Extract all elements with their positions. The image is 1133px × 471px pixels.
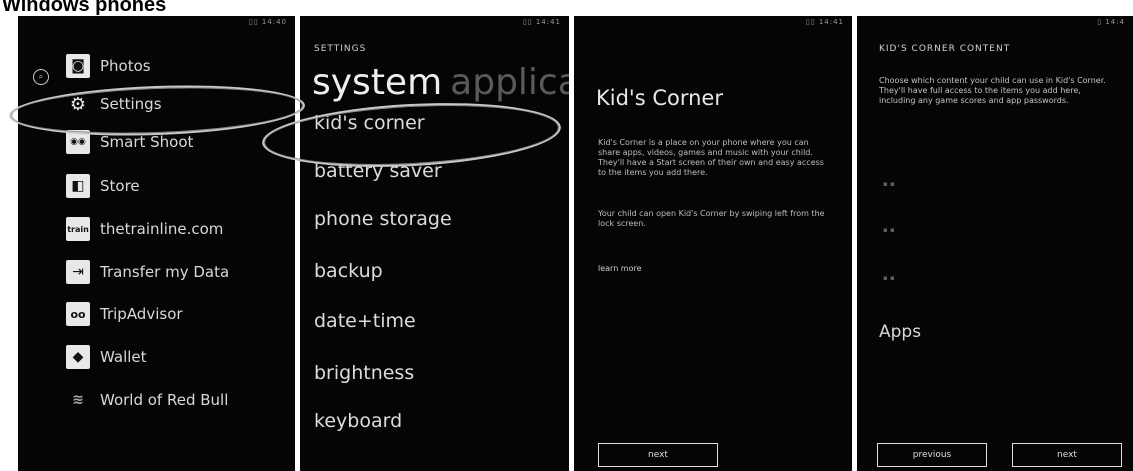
wallet-icon: ◆ (66, 345, 90, 369)
previous-button[interactable]: previous (877, 443, 987, 467)
page-title: KID'S CORNER CONTENT (879, 44, 1011, 54)
description-text: Choose which content your child can use … (879, 76, 1106, 105)
status-bar: ▯ 14:4 (1097, 18, 1125, 26)
phone-settings: ▯▯ 14:41 SETTINGS system applica kid's co… (300, 16, 569, 471)
phone-kids-corner-content: ▯ 14:4 KID'S CORNER CONTENT Choose which… (857, 16, 1133, 471)
transfer-icon: ⇥ (66, 260, 90, 284)
status-bar: ▯▯ 14:40 (248, 18, 287, 26)
page-title: Kid's Corner (596, 86, 723, 110)
apps-section-label[interactable]: Apps (879, 322, 921, 342)
learn-more-link[interactable]: learn more (598, 264, 642, 274)
settings-item-kids-corner[interactable]: kid's corner (314, 112, 425, 134)
app-item-wallet[interactable]: ◆ Wallet (66, 341, 286, 373)
app-item-trainline[interactable]: train thetrainline.com (66, 213, 286, 245)
redbull-icon: ≋ (72, 392, 84, 408)
instruction-text: Your child can open Kid's Corner by swip… (598, 209, 825, 228)
settings-item-backup[interactable]: backup (314, 260, 383, 282)
status-bar: ▯▯ 14:41 (522, 18, 561, 26)
trainline-icon: train (66, 217, 90, 241)
app-label: World of Red Bull (100, 391, 229, 409)
settings-item-date-time[interactable]: date+time (314, 310, 416, 332)
app-item-settings[interactable]: ⚙ Settings (66, 88, 286, 120)
phone-app-list: ▯▯ 14:40 ⌕ ◙ Photos ⚙ Settings ◉◉ Smart … (18, 16, 295, 471)
app-label: thetrainline.com (100, 220, 224, 238)
phone-kids-corner-intro: ▯▯ 14:41 Kid's Corner Kid's Corner is a … (574, 16, 852, 471)
app-item-photos[interactable]: ◙ Photos (66, 50, 286, 82)
app-label: TripAdvisor (100, 305, 183, 323)
faint-category: ▪ ▪ (883, 180, 895, 188)
pivot-tab-applications[interactable]: applica (450, 62, 569, 103)
faint-category: ▪ ▪ (883, 226, 895, 234)
smart-shoot-icon: ◉◉ (66, 130, 90, 154)
app-item-world-of-red-bull[interactable]: ≋ World of Red Bull (66, 384, 286, 416)
faint-category: ▪ ▪ (883, 274, 895, 282)
pivot-header: system applica (312, 60, 569, 106)
search-icon[interactable]: ⌕ (33, 69, 49, 85)
app-item-store[interactable]: ◧ Store (66, 170, 286, 202)
photos-icon: ◙ (66, 54, 90, 78)
store-icon: ◧ (66, 174, 90, 198)
settings-item-phone-storage[interactable]: phone storage (314, 208, 452, 230)
status-bar: ▯▯ 14:41 (805, 18, 844, 26)
settings-item-brightness[interactable]: brightness (314, 362, 414, 384)
app-label: Settings (100, 95, 162, 113)
app-label: Transfer my Data (100, 263, 230, 281)
app-label: Wallet (100, 348, 147, 366)
app-label: Store (100, 177, 140, 195)
settings-item-battery-saver[interactable]: battery saver (314, 160, 442, 182)
next-button[interactable]: next (598, 443, 718, 467)
next-button[interactable]: next (1012, 443, 1122, 467)
gear-icon: ⚙ (69, 93, 87, 115)
app-item-transfer-my-data[interactable]: ⇥ Transfer my Data (66, 256, 286, 288)
app-label: Photos (100, 57, 151, 75)
settings-item-keyboard[interactable]: keyboard (314, 410, 402, 432)
app-label: Smart Shoot (100, 133, 194, 151)
app-item-tripadvisor[interactable]: oo TripAdvisor (66, 298, 286, 330)
app-item-smart-shoot[interactable]: ◉◉ Smart Shoot (66, 126, 286, 158)
settings-header: SETTINGS (314, 44, 367, 54)
tripadvisor-icon: oo (66, 302, 90, 326)
pivot-tab-system[interactable]: system (312, 62, 442, 103)
page-heading: Windows phones (2, 0, 167, 16)
description-text: Kid's Corner is a place on your phone wh… (598, 138, 824, 177)
